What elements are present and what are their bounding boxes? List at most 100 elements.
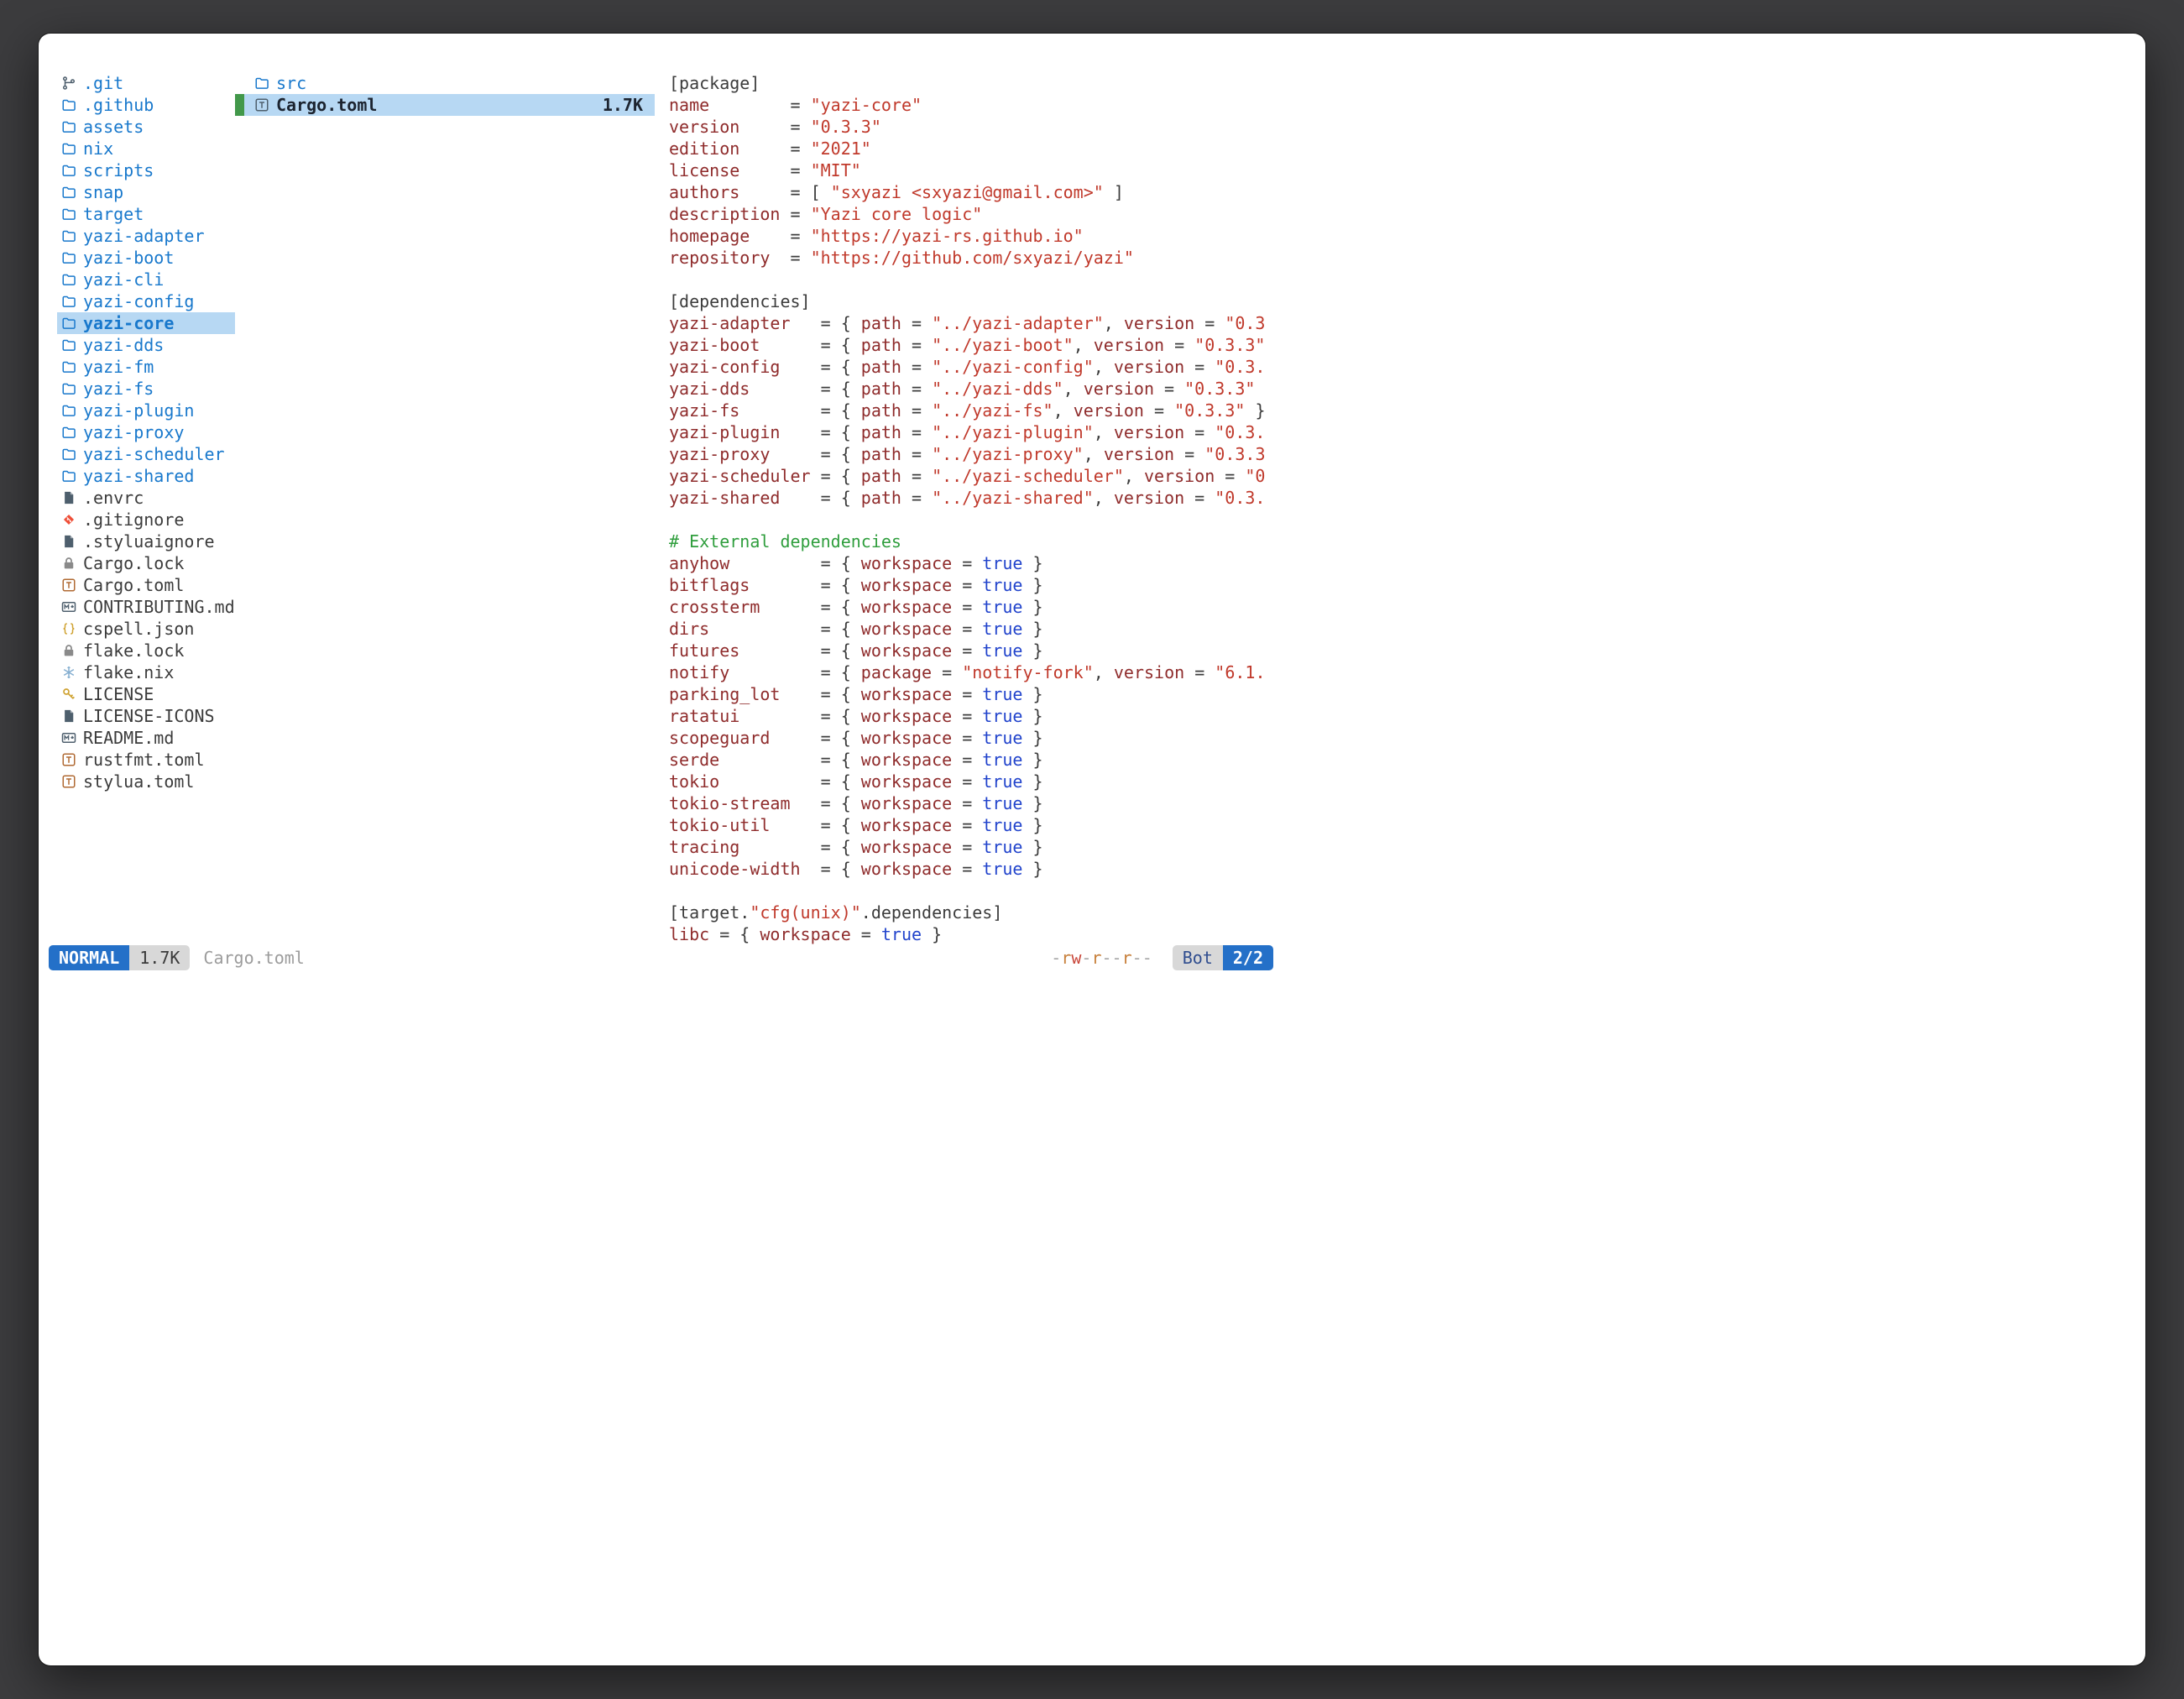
dir-row[interactable]: yazi-scheduler [57,443,235,465]
folder-icon [60,293,77,310]
file-name: Cargo.lock [83,553,184,573]
folder-icon [60,206,77,222]
folder-icon [60,358,77,375]
preview-line: unicode-width = { workspace = true } [669,858,1270,880]
toml-icon [60,577,77,593]
file-row[interactable]: CONTRIBUTING.md [57,596,235,618]
preview-line: yazi-proxy = { path = "../yazi-proxy", v… [669,443,1270,465]
preview-line: ratatui = { workspace = true } [669,705,1270,727]
file-row[interactable]: .envrc [57,487,235,509]
file-name: cspell.json [83,619,194,639]
dir-row[interactable]: scripts [57,159,235,181]
folder-icon [60,271,77,288]
selection-marker [235,94,244,116]
snow-icon [60,664,77,681]
folder-icon [60,337,77,353]
file-name: yazi-fm [83,357,154,377]
dir-row[interactable]: target [57,203,235,225]
preview-line: tokio = { workspace = true } [669,771,1270,792]
file-row[interactable]: LICENSE-ICONS [57,705,235,727]
file-row[interactable]: LICENSE [57,683,235,705]
folder-icon [60,162,77,179]
permissions: -rw-r--r-- [1051,948,1152,968]
file-name: yazi-proxy [83,422,184,442]
folder-icon [60,315,77,332]
file-row[interactable]: Cargo.toml1.7K [235,94,655,116]
preview-line: tokio-util = { workspace = true } [669,814,1270,836]
preview-line [669,269,1270,290]
folder-icon [60,468,77,484]
dir-row[interactable]: .github [57,94,235,116]
file-name: stylua.toml [83,771,194,792]
preview-line: anyhow = { workspace = true } [669,552,1270,574]
dir-row[interactable]: snap [57,181,235,203]
dir-row[interactable]: yazi-fm [57,356,235,378]
dir-row[interactable]: src [235,72,655,94]
preview-line: yazi-config = { path = "../yazi-config",… [669,356,1270,378]
toml-icon [60,751,77,768]
file-name: yazi-core [83,313,174,333]
counter-badge: 2/2 [1223,945,1273,970]
file-name: .github [83,95,154,115]
git-icon [60,511,77,528]
file-size: 1.7K [603,95,655,115]
folder-icon [60,184,77,201]
dir-row[interactable]: yazi-cli [57,269,235,290]
folder-icon [60,446,77,463]
file-row[interactable]: Cargo.toml [57,574,235,596]
dir-row[interactable]: nix [57,138,235,159]
file-name: Cargo.toml [83,575,184,595]
dir-row[interactable]: yazi-fs [57,378,235,400]
dir-row[interactable]: yazi-proxy [57,421,235,443]
dir-row[interactable]: yazi-plugin [57,400,235,421]
file-name: flake.lock [83,640,184,661]
dir-row[interactable]: assets [57,116,235,138]
file-name: flake.nix [83,662,174,682]
file-name: LICENSE-ICONS [83,706,215,726]
folder-icon [60,402,77,419]
file-row[interactable]: README.md [57,727,235,749]
preview-line: bitflags = { workspace = true } [669,574,1270,596]
file-row[interactable]: cspell.json [57,618,235,640]
preview-line: tokio-stream = { workspace = true } [669,792,1270,814]
parent-directory-pane: .git.githubassetsnixscriptssnaptargetyaz… [57,72,235,792]
preview-line: yazi-scheduler = { path = "../yazi-sched… [669,465,1270,487]
dir-row[interactable]: .git [57,72,235,94]
preview-line: libc = { workspace = true } [669,923,1270,945]
dir-row[interactable]: yazi-core [57,312,235,334]
terminal-window: .git.githubassetsnixscriptssnaptargetyaz… [39,34,2145,1665]
status-right-group: -rw-r--r-- Bot 2/2 [1051,945,1273,970]
preview-line [669,880,1270,902]
file-row[interactable]: Cargo.lock [57,552,235,574]
file-name: yazi-fs [83,379,154,399]
file-name: yazi-dds [83,335,164,355]
file-name: rustfmt.toml [83,750,205,770]
dir-row[interactable]: yazi-boot [57,247,235,269]
file-row[interactable]: flake.lock [57,640,235,661]
lock-icon [60,555,77,572]
dir-row[interactable]: yazi-dds [57,334,235,356]
dir-row[interactable]: yazi-shared [57,465,235,487]
file-row[interactable]: .gitignore [57,509,235,531]
branch-icon [60,75,77,91]
file-name: yazi-scheduler [83,444,225,464]
file-name: yazi-config [83,291,194,311]
file-row[interactable]: rustfmt.toml [57,749,235,771]
folder-icon [253,75,270,91]
file-name: target [83,204,144,224]
preview-line: serde = { workspace = true } [669,749,1270,771]
file-row[interactable]: flake.nix [57,661,235,683]
preview-line: yazi-dds = { path = "../yazi-dds", versi… [669,378,1270,400]
key-icon [60,686,77,703]
dir-row[interactable]: yazi-adapter [57,225,235,247]
file-row[interactable]: stylua.toml [57,771,235,792]
file-row[interactable]: .styluaignore [57,531,235,552]
folder-icon [60,380,77,397]
dir-row[interactable]: yazi-config [57,290,235,312]
preview-line: version = "0.3.3" [669,116,1270,138]
file-name: .styluaignore [83,531,215,552]
file-icon [60,489,77,506]
file-name: yazi-cli [83,269,164,290]
file-name: README.md [83,728,174,748]
preview-line: dirs = { workspace = true } [669,618,1270,640]
